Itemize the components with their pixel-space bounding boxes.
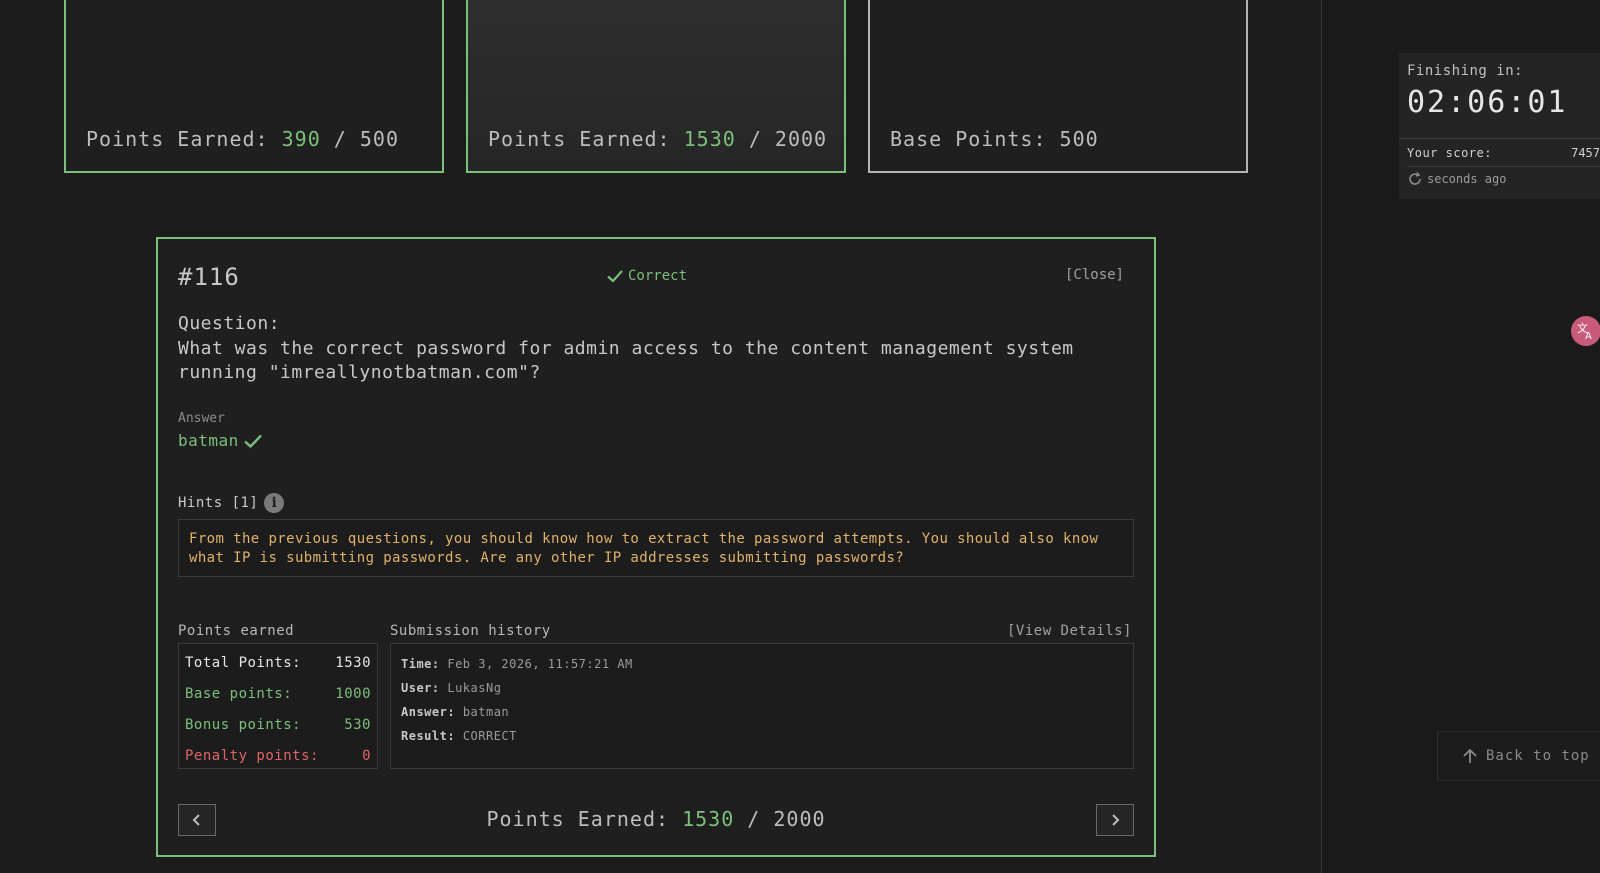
score-refresh[interactable]: seconds ago xyxy=(1407,171,1506,187)
submission-result: Result: CORRECT xyxy=(401,729,517,743)
question-detail-modal: #116 Correct [Close] Question: What was … xyxy=(156,237,1156,857)
submission-user: User: LukasNg xyxy=(401,681,502,695)
total-points-row: Total Points: 1530 xyxy=(185,655,371,671)
base-points-row: Base points: 1000 xyxy=(185,686,371,702)
next-question-button[interactable] xyxy=(1096,804,1134,836)
timer-label: Finishing in: xyxy=(1407,63,1524,79)
challenge-card-selected[interactable]: Points Earned: 1530 / 2000 xyxy=(466,0,846,173)
status-text: Correct xyxy=(628,268,688,284)
points-earned-label: Points earned xyxy=(178,623,295,639)
close-button[interactable]: [Close] xyxy=(1065,267,1124,283)
timer-panel: Finishing in: 02:06:01 Your score: 7457 … xyxy=(1399,53,1600,199)
chevron-right-icon xyxy=(1112,814,1120,826)
challenge-card[interactable]: Base Points: 500 xyxy=(868,0,1248,173)
question-label: Question: xyxy=(178,313,281,334)
svg-text:A: A xyxy=(1585,331,1592,342)
footer-points: Points Earned: 1530 / 2000 xyxy=(486,807,826,831)
translate-icon: 文A xyxy=(1577,321,1592,342)
answer-value-row: batman xyxy=(178,431,263,450)
question-id: #116 xyxy=(178,263,240,291)
refresh-icon xyxy=(1409,172,1421,185)
answer-value: batman xyxy=(178,431,239,450)
hint-box: From the previous questions, you should … xyxy=(178,519,1134,577)
submission-history: Time: Feb 3, 2026, 11:57:21 AM User: Luk… xyxy=(390,643,1134,769)
main-area: Points Earned: 390 / 500 Points Earned: … xyxy=(0,0,1322,873)
card-points: Points Earned: 1530 / 2000 xyxy=(488,127,828,151)
score-value: 7457 xyxy=(1571,146,1600,160)
refresh-text: seconds ago xyxy=(1427,172,1507,186)
hints-header: Hints [1] i xyxy=(178,493,285,513)
submission-answer: Answer: batman xyxy=(401,705,510,719)
divider xyxy=(1407,166,1600,167)
card-points-earned: 390 xyxy=(281,127,321,151)
translate-extension-button[interactable]: 文A xyxy=(1571,316,1600,346)
challenge-card[interactable]: Points Earned: 390 / 500 xyxy=(64,0,444,173)
back-to-top-button[interactable]: Back to top xyxy=(1437,731,1600,781)
status-badge: Correct xyxy=(606,267,687,285)
card-points-earned: 1530 xyxy=(683,127,736,151)
card-points: Points Earned: 390 / 500 xyxy=(86,127,399,151)
footer-points-earned: 1530 xyxy=(682,807,735,831)
submission-history-label: Submission history xyxy=(390,623,551,639)
check-icon xyxy=(243,434,262,448)
divider xyxy=(1399,138,1600,139)
check-icon xyxy=(607,270,623,283)
view-details-link[interactable]: [View Details] xyxy=(1007,623,1132,639)
points-breakdown: Total Points: 1530 Base points: 1000 Bonus… xyxy=(178,643,378,769)
submission-time: Time: Feb 3, 2026, 11:57:21 AM xyxy=(401,657,633,671)
arrow-up-icon xyxy=(1463,748,1477,763)
answer-label: Answer xyxy=(178,411,225,426)
question-text: What was the correct password for admin … xyxy=(178,338,1074,383)
back-to-top-label: Back to top xyxy=(1486,748,1590,764)
bonus-points-row: Bonus points: 530 xyxy=(185,717,371,733)
info-icon[interactable]: i xyxy=(264,493,285,513)
hints-label: Hints [1] xyxy=(178,495,259,511)
score-label: Your score: xyxy=(1407,146,1492,160)
penalty-points-row: Penalty points: 0 xyxy=(185,748,371,764)
timer-countdown: 02:06:01 xyxy=(1407,85,1568,120)
card-base-points: Base Points: 500 xyxy=(890,127,1099,151)
